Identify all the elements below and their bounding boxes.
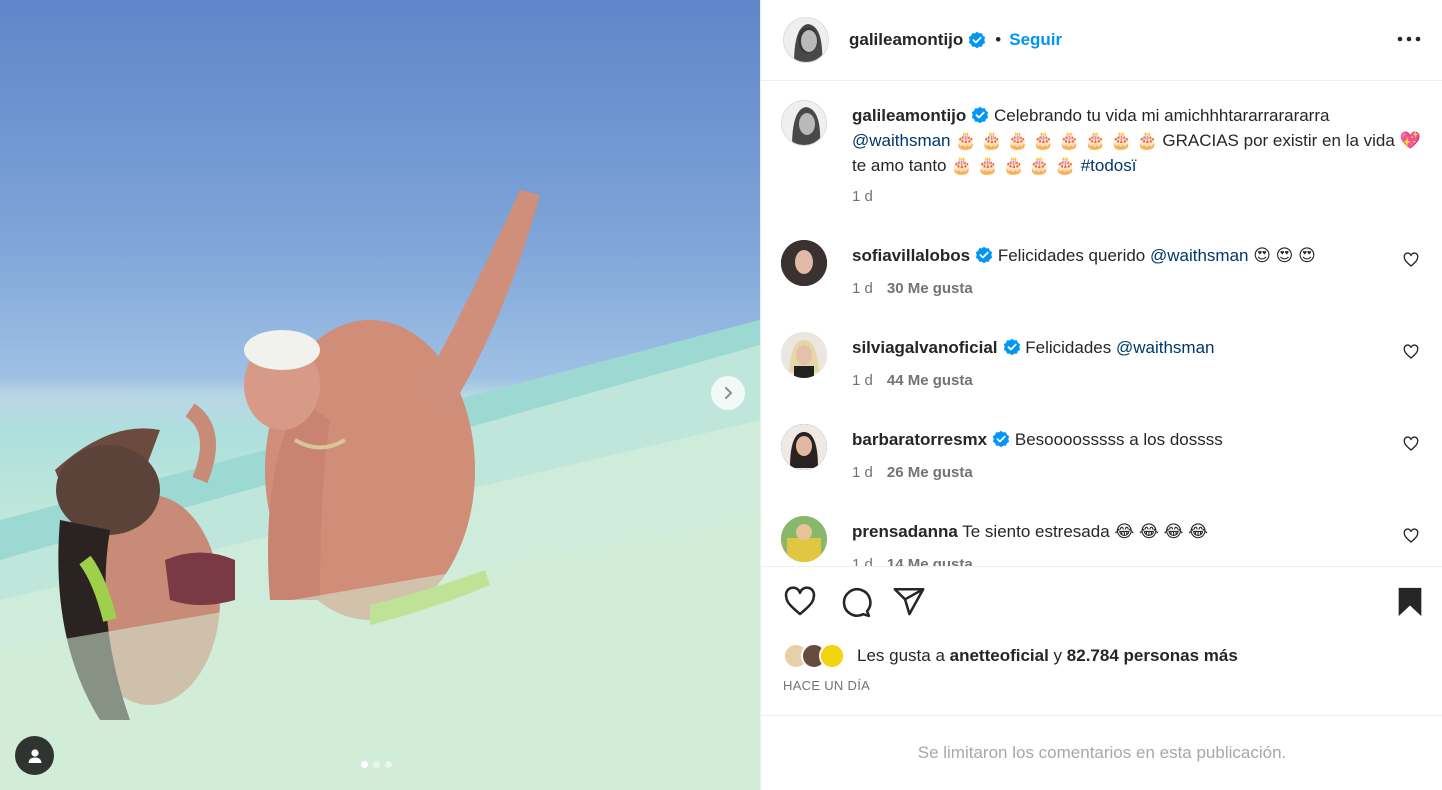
comment-emoji: 😍 😍 😍 [1248, 246, 1316, 265]
avatar-image [781, 424, 827, 470]
caption-text-1: Celebrando tu vida mi amichhhtararrarara… [994, 106, 1330, 125]
heart-icon[interactable] [1403, 528, 1419, 544]
comment-emoji: 😂 😂 😂 😂 [1114, 522, 1209, 541]
heart-icon[interactable] [1403, 344, 1419, 360]
comment-text: silviagalvanoficial Felicidades @waithsm… [852, 335, 1412, 360]
caption-time[interactable]: 1 d [852, 188, 873, 205]
author-avatar[interactable] [783, 17, 829, 63]
comment-row: barbaratorresmx Besoooosssss a los dosss… [781, 424, 1431, 494]
likes-count[interactable]: 82.784 personas más [1067, 646, 1238, 665]
carousel-dot [385, 761, 392, 768]
comment-row: silviagalvanoficial Felicidades @waithsm… [781, 332, 1431, 402]
comment-likes[interactable]: 30 Me gusta [887, 280, 973, 297]
likes-summary: Les gusta a anetteoficial y 82.784 perso… [783, 643, 1238, 669]
bookmark-icon[interactable] [1395, 585, 1425, 619]
likes-user[interactable]: anetteoficial [950, 646, 1049, 665]
likes-text: Les gusta a anetteoficial y 82.784 perso… [857, 646, 1238, 666]
avatar-image [784, 18, 828, 62]
follow-button[interactable]: Seguir [1009, 30, 1062, 50]
comment-text: barbaratorresmx Besoooosssss a los dosss… [852, 427, 1412, 452]
next-image-button[interactable] [711, 376, 745, 410]
beach-photo-illustration [0, 190, 760, 790]
comment-username[interactable]: silviagalvanoficial [852, 338, 998, 357]
post-modal: galileamontijo • Seguir galileamontijo C… [0, 0, 1442, 790]
comment-body: Felicidades querido [997, 246, 1150, 265]
comment-row: prensadanna Te siento estresada 😂 😂 😂 😂 … [781, 516, 1431, 566]
commenter-avatar[interactable] [781, 424, 827, 470]
comment-body: Besoooosssss a los dossss [1014, 430, 1223, 449]
author-username[interactable]: galileamontijo [849, 30, 963, 50]
comment-meta: 1 d 30 Me gusta [852, 280, 973, 297]
caption-cakes-2: 🎂 🎂 🎂 🎂 🎂 [951, 156, 1076, 175]
comment-likes[interactable]: 26 Me gusta [887, 464, 973, 481]
caption-mention[interactable]: @waithsman [852, 131, 951, 150]
caption-heart: 💖 [1399, 131, 1421, 150]
carousel-dot [361, 761, 368, 768]
avatar-image [781, 516, 827, 562]
user-icon [28, 748, 41, 763]
caption-text-3: te amo tanto [852, 156, 952, 175]
comment-likes[interactable]: 44 Me gusta [887, 372, 973, 389]
comment-text: prensadanna Te siento estresada 😂 😂 😂 😂 [852, 519, 1412, 544]
author-avatar[interactable] [781, 100, 827, 146]
verified-icon [969, 31, 986, 49]
caption-hashtag[interactable]: #todosï [1076, 156, 1137, 175]
verified-icon [972, 106, 989, 124]
likes-middle: y [1048, 646, 1067, 665]
avatar-image [781, 332, 827, 378]
comment-time[interactable]: 1 d [852, 280, 873, 297]
comment-meta: 1 d 14 Me gusta [852, 556, 973, 566]
post-header: galileamontijo • Seguir [761, 0, 1442, 81]
tagged-users-button[interactable] [15, 736, 54, 775]
heart-icon[interactable] [1403, 252, 1419, 268]
commenter-avatar[interactable] [781, 240, 827, 286]
caption-text-2: GRACIAS por existir en la vida [1157, 131, 1400, 150]
separator-bullet: • [995, 30, 1002, 49]
post-timestamp[interactable]: HACE UN DÍA [783, 678, 870, 693]
comment-username[interactable]: prensadanna [852, 522, 958, 541]
caption-meta: 1 d [852, 188, 873, 205]
more-options-button[interactable] [1397, 27, 1421, 51]
liker-avatars [783, 643, 845, 669]
comment-time[interactable]: 1 d [852, 464, 873, 481]
comments-limited-notice: Se limitaron los comentarios en esta pub… [761, 715, 1442, 790]
commenter-avatar[interactable] [781, 516, 827, 562]
comment-meta: 1 d 26 Me gusta [852, 464, 973, 481]
verified-icon [975, 246, 993, 264]
comment-time[interactable]: 1 d [852, 372, 873, 389]
avatar-image [781, 240, 827, 286]
comment-body: Felicidades [1025, 338, 1116, 357]
heart-icon[interactable] [783, 585, 817, 619]
avatar-image [782, 101, 826, 145]
comment-username[interactable]: sofiavillalobos [852, 246, 970, 265]
comment-username[interactable]: barbaratorresmx [852, 430, 987, 449]
post-side-panel: galileamontijo • Seguir galileamontijo C… [760, 0, 1442, 790]
comment-time[interactable]: 1 d [852, 556, 873, 566]
comment-likes[interactable]: 14 Me gusta [887, 556, 973, 566]
verified-icon [1003, 338, 1020, 356]
caption-text: galileamontijo Celebrando tu vida mi ami… [852, 103, 1432, 178]
caption-username[interactable]: galileamontijo [852, 106, 966, 125]
commenter-avatar[interactable] [781, 332, 827, 378]
caption-cakes-1: 🎂 🎂 🎂 🎂 🎂 🎂 🎂 🎂 [955, 131, 1158, 150]
heart-icon[interactable] [1403, 436, 1419, 452]
comment-icon[interactable] [838, 585, 872, 619]
comment-text: sofiavillalobos Felicidades querido @wai… [852, 243, 1412, 268]
share-icon[interactable] [892, 585, 926, 619]
comment-mention[interactable]: @waithsman [1116, 338, 1215, 357]
post-photo[interactable] [0, 0, 760, 790]
comments-list[interactable]: galileamontijo Celebrando tu vida mi ami… [761, 82, 1442, 566]
liker-avatar[interactable] [819, 643, 845, 669]
comment-meta: 1 d 44 Me gusta [852, 372, 973, 389]
comment-body: Te siento estresada [962, 522, 1115, 541]
post-actions: Les gusta a anetteoficial y 82.784 perso… [761, 566, 1442, 716]
chevron-right-icon [725, 387, 732, 399]
carousel-dot [373, 761, 380, 768]
more-icon [1397, 36, 1421, 42]
likes-prefix: Les gusta a [857, 646, 950, 665]
comment-row: sofiavillalobos Felicidades querido @wai… [781, 240, 1431, 310]
carousel-indicator [361, 761, 392, 768]
comment-mention[interactable]: @waithsman [1150, 246, 1249, 265]
verified-icon [993, 430, 1010, 448]
